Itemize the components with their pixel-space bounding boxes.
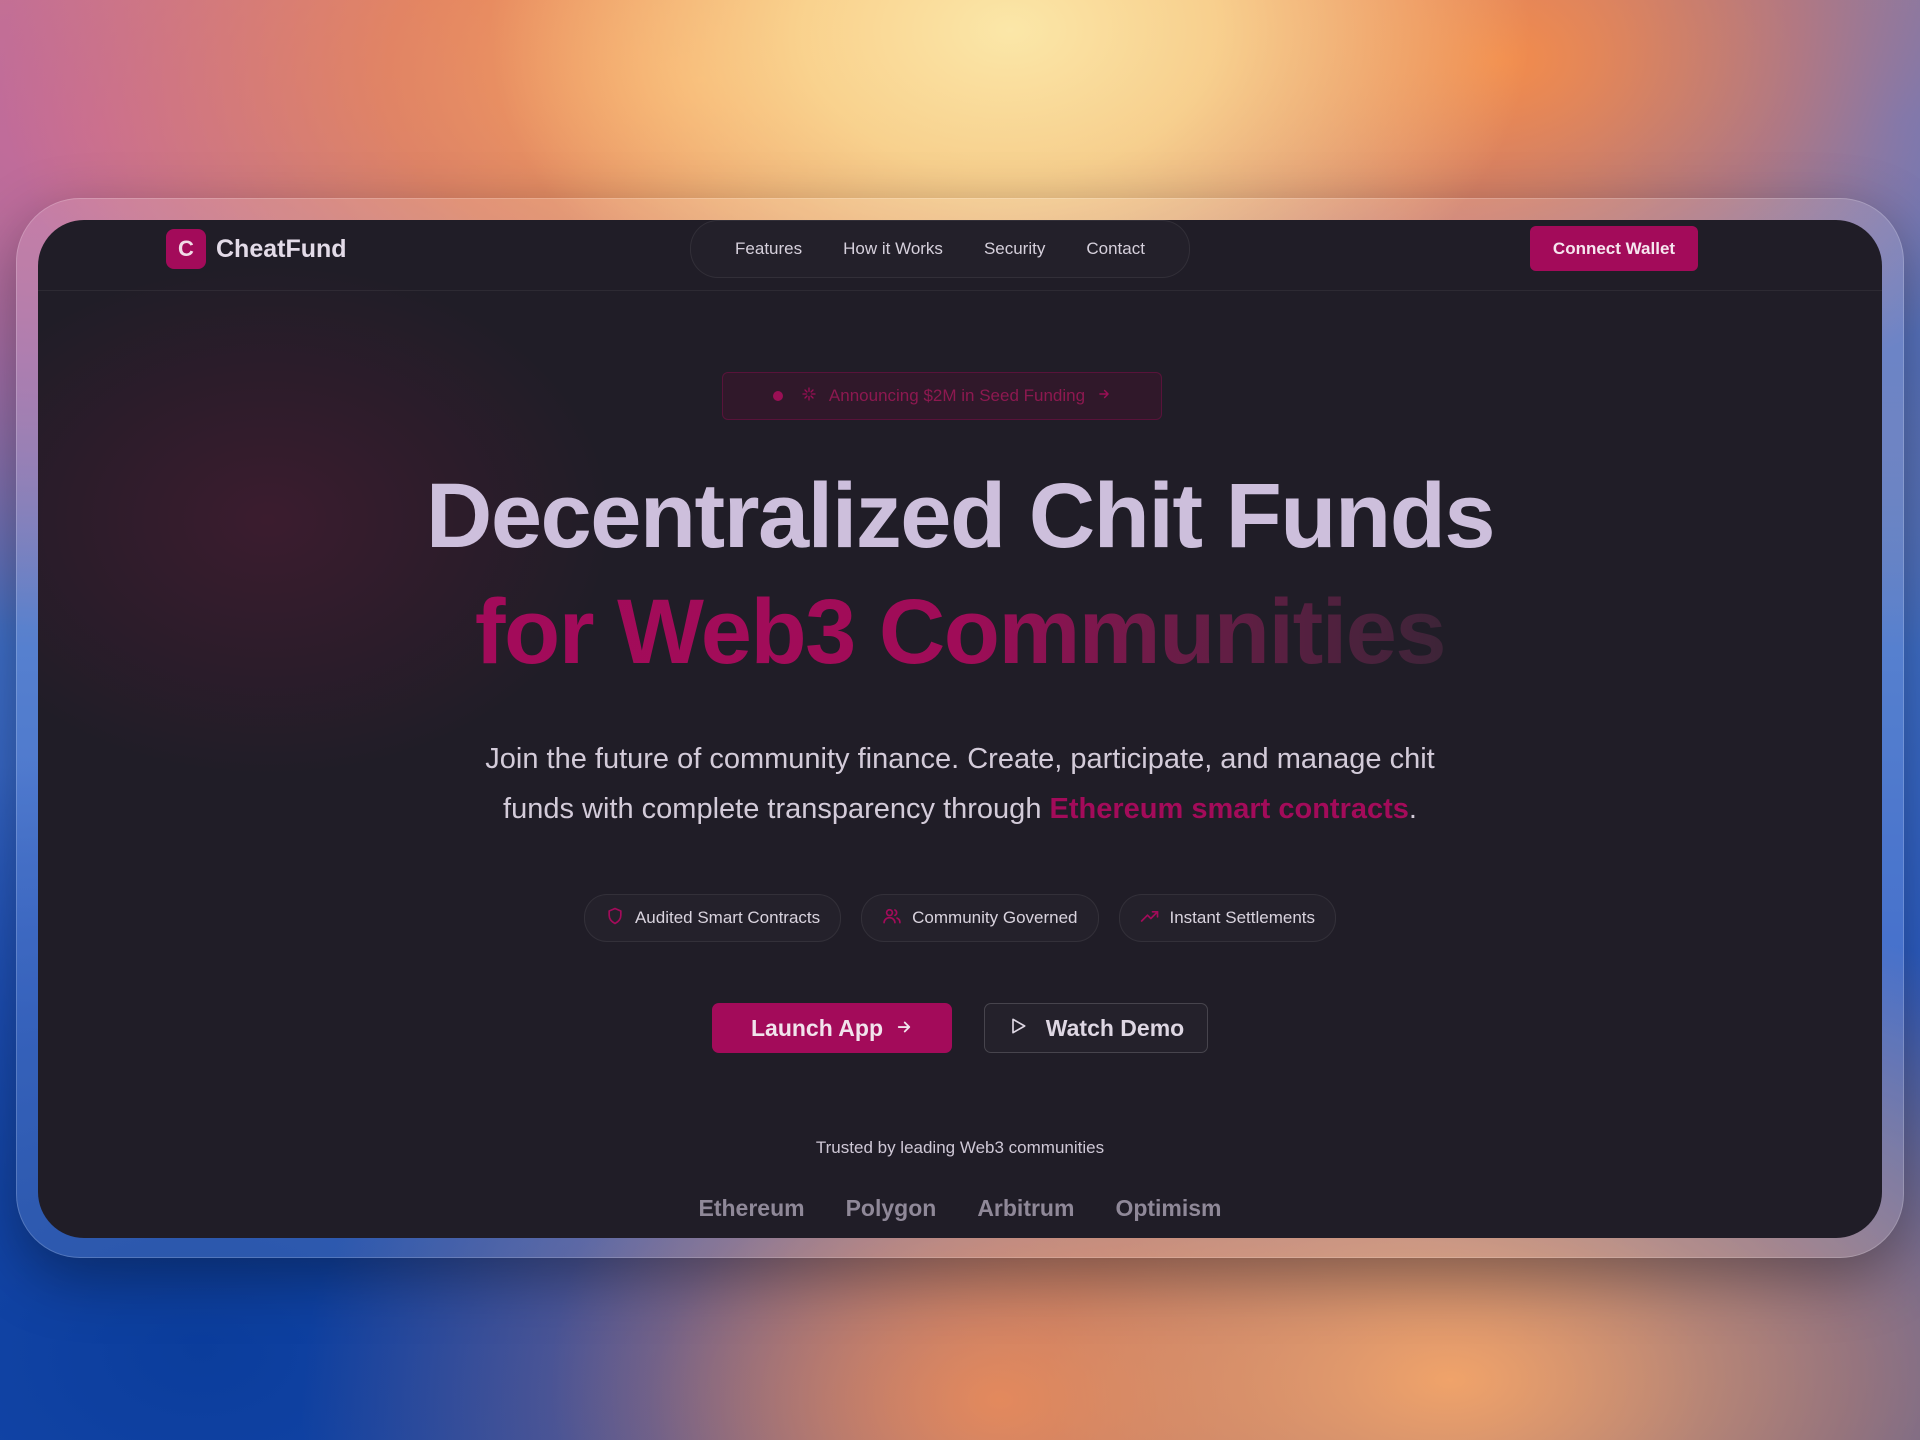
users-icon bbox=[882, 906, 902, 931]
nav-link-security[interactable]: Security bbox=[984, 239, 1045, 259]
watch-demo-label: Watch Demo bbox=[1045, 1014, 1185, 1041]
arrow-right-icon bbox=[895, 1015, 913, 1042]
brand-name: CheatFund bbox=[216, 234, 347, 263]
feature-chip-label: Community Governed bbox=[912, 908, 1078, 927]
arrow-right-icon bbox=[1097, 386, 1111, 406]
hero-description: Join the future of community finance. Cr… bbox=[448, 734, 1472, 834]
watch-demo-button[interactable]: Watch Demo bbox=[984, 1003, 1208, 1053]
partner-optimism: Optimism bbox=[1115, 1195, 1222, 1221]
feature-chips: Audited Smart Contracts Community Govern… bbox=[38, 894, 1882, 942]
description-link[interactable]: Ethereum smart contracts bbox=[1050, 793, 1409, 825]
logo[interactable]: C CheatFund bbox=[166, 229, 347, 269]
partner-ethereum: Ethereum bbox=[698, 1195, 805, 1221]
navbar: C CheatFund Features How it Works Securi… bbox=[38, 220, 1882, 291]
play-icon bbox=[1008, 1015, 1028, 1042]
logo-mark: C bbox=[166, 229, 206, 269]
description-end: . bbox=[1408, 793, 1417, 825]
trusted-by-text: Trusted by leading Web3 communities bbox=[815, 1138, 1105, 1157]
feature-chip-community: Community Governed bbox=[861, 894, 1099, 942]
nav-link-contact[interactable]: Contact bbox=[1086, 239, 1145, 259]
announcement-banner[interactable]: Announcing $2M in Seed Funding bbox=[722, 372, 1162, 420]
feature-chip-label: Audited Smart Contracts bbox=[634, 908, 821, 927]
feature-chip-label: Instant Settlements bbox=[1169, 908, 1316, 927]
status-dot bbox=[772, 391, 783, 401]
partner-arbitrum: Arbitrum bbox=[977, 1195, 1075, 1221]
partner-logos: Ethereum Polygon Arbitrum Optimism bbox=[38, 1195, 1882, 1222]
feature-chip-settlements: Instant Settlements bbox=[1118, 894, 1337, 942]
shield-icon bbox=[605, 906, 625, 931]
hero-title: Decentralized Chit Funds bbox=[425, 465, 1496, 567]
nav-menu: Features How it Works Security Contact bbox=[690, 220, 1190, 278]
nav-link-features[interactable]: Features bbox=[735, 239, 802, 259]
launch-app-button[interactable]: Launch App bbox=[712, 1003, 952, 1053]
nav-link-how-it-works[interactable]: How it Works bbox=[843, 239, 943, 259]
partner-polygon: Polygon bbox=[845, 1195, 937, 1221]
trending-up-icon bbox=[1140, 906, 1160, 931]
sparkle-icon bbox=[801, 386, 817, 407]
browser-window: C CheatFund Features How it Works Securi… bbox=[38, 220, 1882, 1238]
hero-subtitle-text: for Web3 Communities bbox=[474, 581, 1447, 683]
connect-wallet-button[interactable]: Connect Wallet bbox=[1530, 226, 1698, 271]
launch-app-label: Launch App bbox=[750, 1014, 884, 1041]
hero-subtitle: for Web3 Communities bbox=[38, 586, 1882, 678]
feature-chip-audited: Audited Smart Contracts bbox=[583, 894, 842, 942]
cta-group: Launch App Watch Demo bbox=[38, 1003, 1882, 1053]
announcement-text: Announcing $2M in Seed Funding bbox=[828, 386, 1086, 405]
